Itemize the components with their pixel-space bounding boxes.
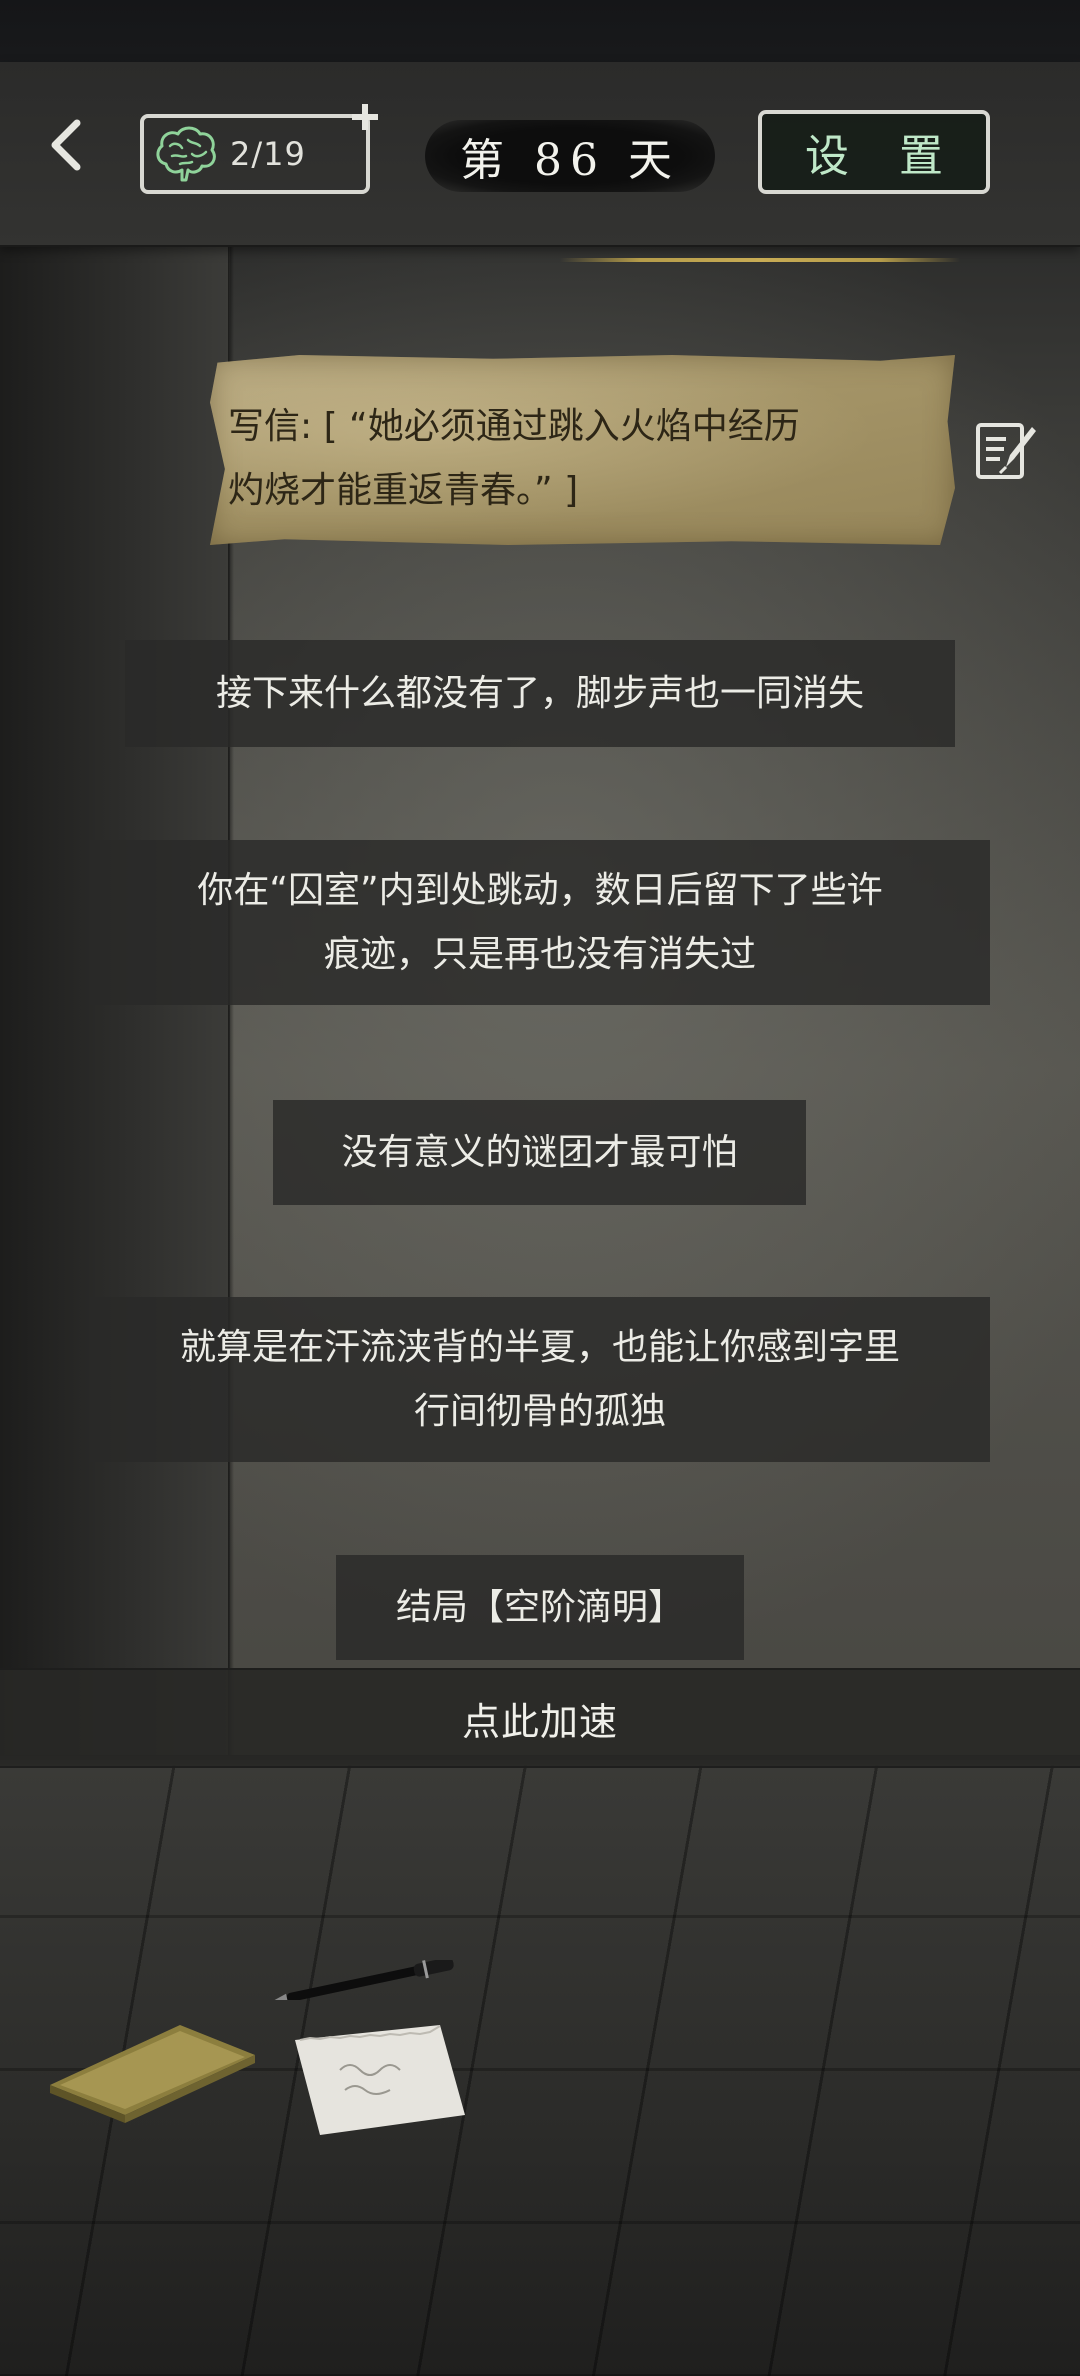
speed-up-button[interactable]: 点此加速 (0, 1668, 1080, 1768)
message-box-4: 就算是在汗流浃背的半夏，也能让你感到字里 行间彻骨的孤独 (90, 1297, 990, 1462)
message-2-line2: 痕迹，只是再也没有消失过 (323, 933, 756, 975)
back-button[interactable] (30, 100, 100, 190)
edit-note-icon[interactable] (970, 415, 1040, 485)
message-4-line1: 就算是在汗流浃背的半夏，也能让你感到字里 (179, 1326, 900, 1368)
message-box-3: 没有意义的谜团才最可怕 (273, 1100, 806, 1205)
day-label: 第 86 天 (425, 120, 715, 192)
back-arrow-icon (51, 119, 81, 171)
letter-text-line2: 灼烧才能重返青春。” ] (228, 470, 579, 511)
gold-divider (560, 258, 960, 262)
letter-text-line1: 写信: [ “她必须通过跳入火焰中经历 (228, 406, 800, 447)
message-5-line1: 结局【空阶滴明】 (395, 1586, 684, 1628)
message-box-5: 结局【空阶滴明】 (336, 1555, 744, 1660)
brain-icon (156, 126, 216, 182)
plus-icon[interactable] (350, 102, 380, 132)
settings-button[interactable]: 设 置 (758, 110, 990, 194)
letter-note: 写信: [ “她必须通过跳入火焰中经历 灼烧才能重返青春。” ] (210, 355, 955, 545)
message-3-line1: 没有意义的谜团才最可怕 (341, 1131, 738, 1173)
brain-count: 2/19 (230, 135, 306, 173)
notebook-prop (50, 2025, 255, 2123)
message-2-line1: 你在“囚室”内到处跳动，数日后留下了些许 (197, 869, 883, 911)
message-4-line2: 行间彻骨的孤独 (413, 1390, 666, 1432)
message-box-1: 接下来什么都没有了，脚步声也一同消失 (125, 640, 955, 747)
paper-scrap-prop (295, 2025, 465, 2135)
message-box-2: 你在“囚室”内到处跳动，数日后留下了些许 痕迹，只是再也没有消失过 (90, 840, 990, 1005)
pen-prop (272, 1960, 454, 2000)
message-1-line1: 接下来什么都没有了，脚步声也一同消失 (215, 672, 864, 714)
brain-counter[interactable]: 2/19 (140, 114, 370, 194)
